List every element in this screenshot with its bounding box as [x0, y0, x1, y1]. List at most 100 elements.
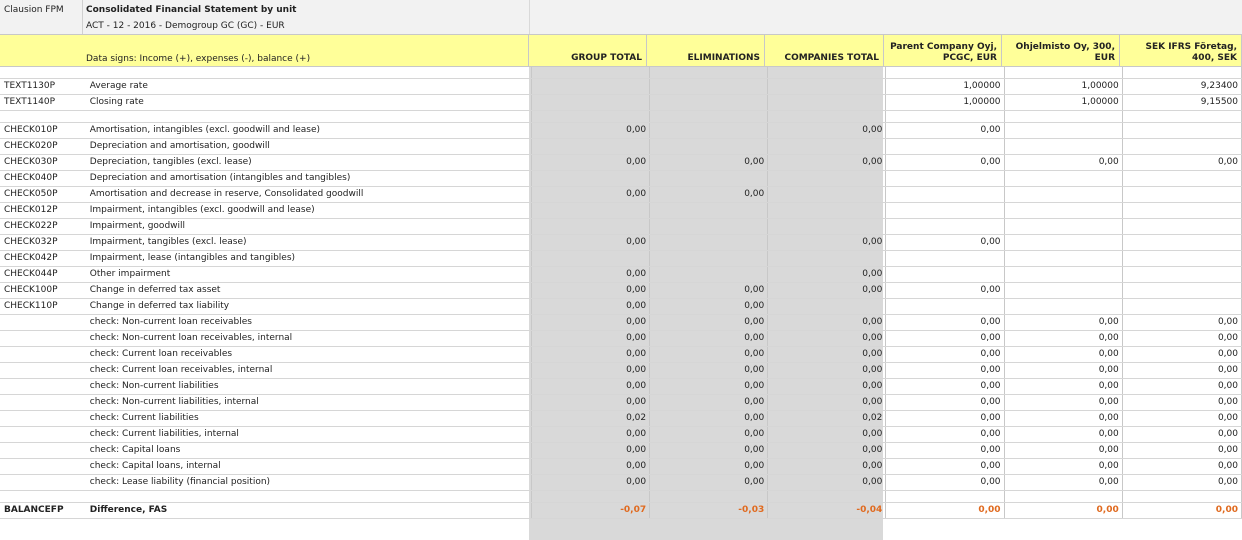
value-cell[interactable] — [649, 110, 769, 123]
value-cell[interactable] — [531, 170, 651, 187]
value-cell[interactable]: 0,00 — [885, 426, 1005, 443]
value-cell[interactable] — [531, 218, 651, 235]
value-cell[interactable] — [1122, 218, 1242, 235]
row-code-cell[interactable]: CHECK050P — [0, 186, 86, 203]
row-code-cell[interactable] — [0, 330, 86, 347]
value-cell[interactable] — [531, 67, 651, 79]
value-cell[interactable]: 0,00 — [531, 330, 651, 347]
row-description-cell[interactable]: Depreciation and amortisation, goodwill — [85, 138, 533, 155]
value-cell[interactable]: 0,00 — [1122, 458, 1242, 475]
value-cell[interactable] — [1122, 490, 1242, 503]
row-description-cell[interactable]: Difference, FAS — [85, 502, 533, 519]
row-description-cell[interactable] — [85, 67, 533, 79]
value-cell[interactable] — [1122, 110, 1242, 123]
row-code-cell[interactable]: BALANCEFP — [0, 502, 86, 519]
value-cell[interactable] — [885, 67, 1005, 79]
value-cell[interactable]: 0,00 — [1004, 154, 1123, 171]
value-cell[interactable]: 0,00 — [885, 122, 1005, 139]
row-code-cell[interactable] — [0, 67, 86, 79]
row-code-cell[interactable]: CHECK040P — [0, 170, 86, 187]
value-cell[interactable] — [1122, 170, 1242, 187]
value-cell[interactable] — [885, 298, 1005, 315]
value-cell[interactable]: 0,00 — [767, 378, 887, 395]
row-description-cell[interactable]: Average rate — [85, 78, 533, 95]
value-cell[interactable]: 0,00 — [885, 442, 1005, 459]
row-code-cell[interactable] — [0, 346, 86, 363]
row-code-cell[interactable] — [0, 314, 86, 331]
value-cell[interactable]: 0,00 — [885, 410, 1005, 427]
value-cell[interactable]: 0,00 — [767, 154, 887, 171]
value-cell[interactable] — [1004, 234, 1123, 251]
value-cell[interactable] — [649, 490, 769, 503]
value-cell[interactable]: 1,00000 — [885, 78, 1005, 95]
row-code-cell[interactable]: CHECK100P — [0, 282, 86, 299]
row-code-cell[interactable]: CHECK044P — [0, 266, 86, 283]
row-description-cell[interactable]: Impairment, goodwill — [85, 218, 533, 235]
value-cell[interactable]: 0,00 — [767, 394, 887, 411]
value-cell[interactable] — [649, 122, 769, 139]
row-code-cell[interactable] — [0, 458, 86, 475]
value-cell[interactable] — [1004, 67, 1123, 79]
value-cell[interactable] — [767, 250, 887, 267]
row-code-cell[interactable] — [0, 474, 86, 491]
value-cell[interactable]: 0,00 — [767, 458, 887, 475]
row-code-cell[interactable] — [0, 362, 86, 379]
value-cell[interactable] — [767, 186, 887, 203]
value-cell[interactable]: 0,00 — [649, 458, 769, 475]
row-code-cell[interactable]: CHECK042P — [0, 250, 86, 267]
value-cell[interactable]: 0,00 — [531, 234, 651, 251]
value-cell[interactable] — [649, 138, 769, 155]
row-description-cell[interactable]: Amortisation and decrease in reserve, Co… — [85, 186, 533, 203]
value-cell[interactable]: 0,00 — [649, 426, 769, 443]
value-cell[interactable]: 0,00 — [1004, 378, 1123, 395]
value-cell[interactable]: 0,00 — [1004, 410, 1123, 427]
value-cell[interactable] — [531, 202, 651, 219]
value-cell[interactable]: 0,00 — [531, 442, 651, 459]
value-cell[interactable] — [649, 170, 769, 187]
value-cell[interactable]: 0,00 — [885, 362, 1005, 379]
row-description-cell[interactable]: Change in deferred tax asset — [85, 282, 533, 299]
value-cell[interactable] — [767, 490, 887, 503]
value-cell[interactable] — [1004, 170, 1123, 187]
value-cell[interactable]: 0,00 — [1004, 502, 1123, 519]
row-description-cell[interactable]: check: Current loan receivables, interna… — [85, 362, 533, 379]
value-cell[interactable]: 0,00 — [649, 362, 769, 379]
value-cell[interactable]: 0,00 — [649, 394, 769, 411]
value-cell[interactable]: 0,00 — [649, 298, 769, 315]
value-cell[interactable]: 0,00 — [1004, 330, 1123, 347]
value-cell[interactable] — [767, 170, 887, 187]
row-description-cell[interactable]: Other impairment — [85, 266, 533, 283]
value-cell[interactable] — [531, 110, 651, 123]
value-cell[interactable]: 0,00 — [885, 474, 1005, 491]
value-cell[interactable]: 0,00 — [649, 154, 769, 171]
value-cell[interactable]: 0,00 — [767, 426, 887, 443]
row-description-cell[interactable]: Impairment, tangibles (excl. lease) — [85, 234, 533, 251]
row-description-cell[interactable]: Impairment, lease (intangibles and tangi… — [85, 250, 533, 267]
value-cell[interactable] — [531, 250, 651, 267]
value-cell[interactable] — [531, 490, 651, 503]
row-description-cell[interactable]: Change in deferred tax liability — [85, 298, 533, 315]
value-cell[interactable]: 0,00 — [649, 474, 769, 491]
value-cell[interactable]: 0,00 — [649, 378, 769, 395]
value-cell[interactable]: 0,00 — [531, 362, 651, 379]
row-description-cell[interactable]: check: Non-current loan receivables — [85, 314, 533, 331]
row-description-cell[interactable] — [85, 490, 533, 503]
header-ohjelmisto[interactable]: Ohjelmisto Oy, 300, EUR — [1002, 35, 1120, 66]
value-cell[interactable]: 0,00 — [1122, 314, 1242, 331]
value-cell[interactable] — [885, 490, 1005, 503]
value-cell[interactable] — [1122, 138, 1242, 155]
value-cell[interactable]: -0,04 — [767, 502, 887, 519]
value-cell[interactable]: 0,00 — [1122, 346, 1242, 363]
value-cell[interactable]: 1,00000 — [885, 94, 1005, 111]
value-cell[interactable] — [767, 298, 887, 315]
value-cell[interactable] — [1122, 67, 1242, 79]
value-cell[interactable]: 0,00 — [531, 394, 651, 411]
value-cell[interactable]: 0,00 — [1122, 426, 1242, 443]
value-cell[interactable]: 0,00 — [531, 314, 651, 331]
value-cell[interactable] — [767, 218, 887, 235]
value-cell[interactable]: 0,00 — [767, 282, 887, 299]
row-description-cell[interactable]: check: Capital loans, internal — [85, 458, 533, 475]
value-cell[interactable] — [531, 94, 651, 111]
value-cell[interactable]: 0,00 — [531, 298, 651, 315]
value-cell[interactable]: 0,00 — [531, 186, 651, 203]
